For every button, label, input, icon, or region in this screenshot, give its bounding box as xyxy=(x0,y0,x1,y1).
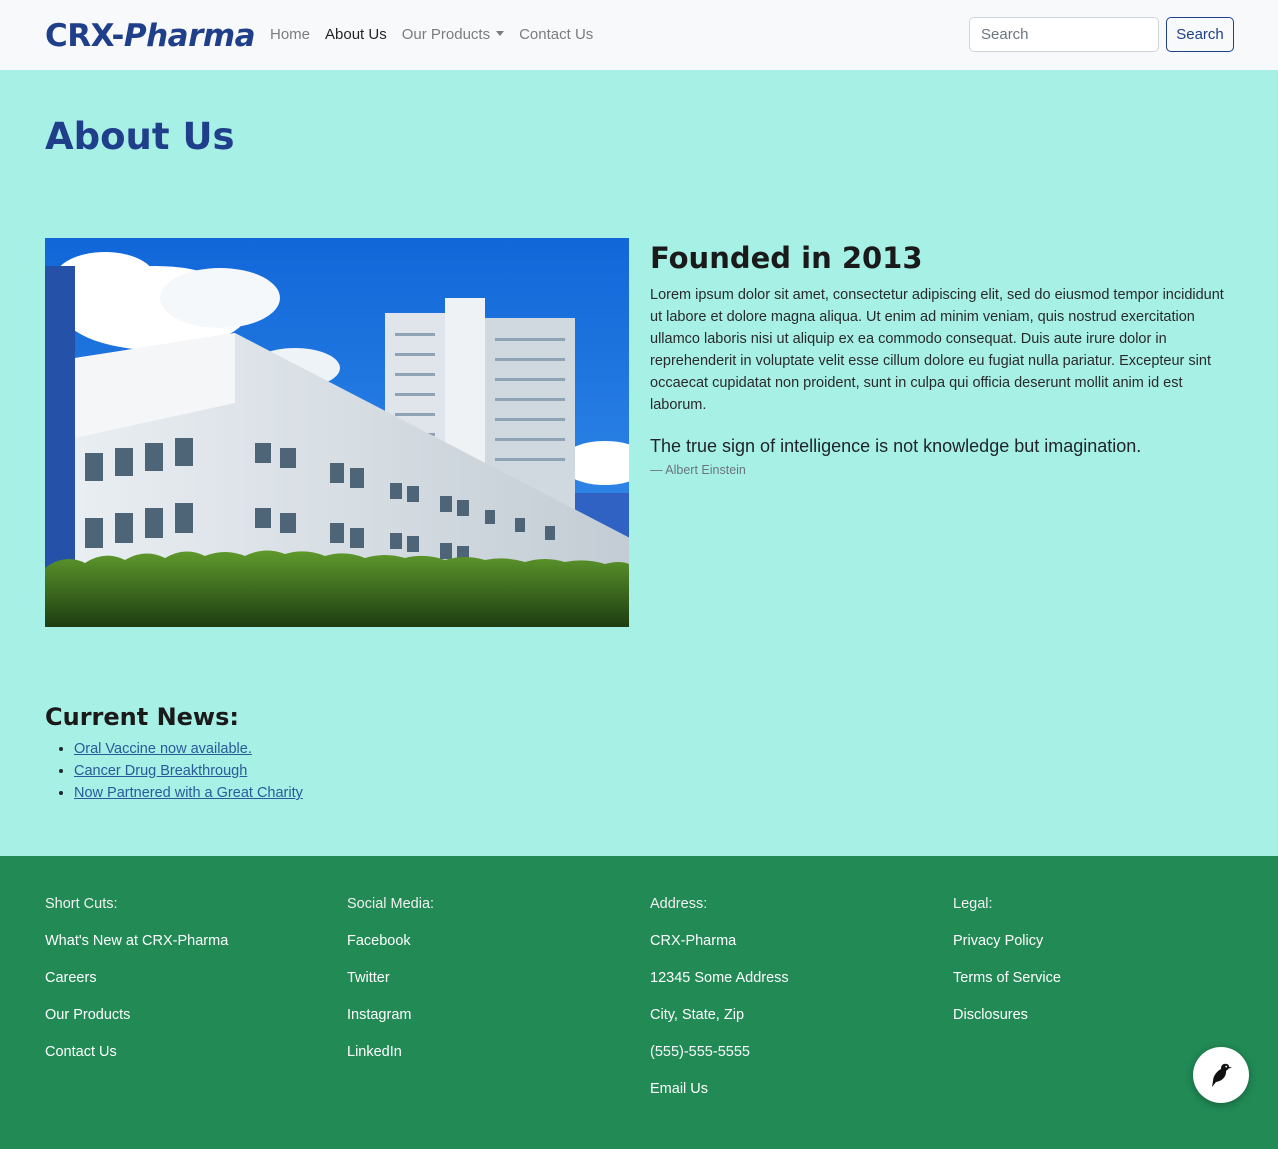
nav-link-home[interactable]: Home xyxy=(270,24,310,46)
footer-link-twitter[interactable]: Twitter xyxy=(347,968,627,988)
page-title: About Us xyxy=(45,115,235,158)
footer-heading-social: Social Media: xyxy=(347,896,435,912)
about-heading: Founded in 2013 xyxy=(650,241,923,275)
nav-dropdown-label: Our Products xyxy=(401,26,491,43)
floating-action-button[interactable] xyxy=(1193,1047,1249,1103)
news-link-oral-vaccine[interactable]: Oral Vaccine now available. xyxy=(74,741,252,757)
brand-name-part2: Pharma xyxy=(123,18,256,54)
footer-link-privacy-policy[interactable]: Privacy Policy xyxy=(953,931,1233,951)
brand-logo[interactable]: CRX-Pharma xyxy=(45,16,256,56)
footer-heading-legal: Legal: xyxy=(953,896,993,912)
footer-link-terms[interactable]: Terms of Service xyxy=(953,968,1233,988)
brand-name-part1: CRX- xyxy=(45,18,124,54)
list-item: Now Partnered with a Great Charity xyxy=(74,782,303,804)
footer-link-instagram[interactable]: Instagram xyxy=(347,1005,627,1025)
about-section: Founded in 2013 Lorem ipsum dolor sit am… xyxy=(650,240,1230,477)
search-button[interactable]: Search xyxy=(1166,17,1234,52)
news-link-cancer-drug[interactable]: Cancer Drug Breakthrough xyxy=(74,763,247,779)
list-item: Cancer Drug Breakthrough xyxy=(74,760,303,782)
top-navbar: CRX-Pharma Home About Us Our Products Co… xyxy=(0,0,1278,70)
footer-column-legal: Legal: Privacy Policy Terms of Service D… xyxy=(953,894,1233,1042)
news-heading: Current News: xyxy=(45,703,239,731)
about-paragraph: Lorem ipsum dolor sit amet, consectetur … xyxy=(650,287,1224,413)
news-list: Oral Vaccine now available. Cancer Drug … xyxy=(45,738,303,804)
quote-author: — Albert Einstein xyxy=(650,463,746,477)
footer-link-email[interactable]: Email Us xyxy=(650,1079,930,1099)
footer-address-city: City, State, Zip xyxy=(650,1007,745,1023)
footer-link-contact-us[interactable]: Contact Us xyxy=(45,1042,325,1062)
search-input[interactable] xyxy=(969,17,1159,52)
footer-column-social: Social Media: Facebook Twitter Instagram… xyxy=(347,894,627,1079)
footer-link-facebook[interactable]: Facebook xyxy=(347,931,627,951)
footer-address-company: CRX-Pharma xyxy=(650,933,737,949)
caret-down-icon xyxy=(496,31,505,36)
footer-address-phone: (555)-555-5555 xyxy=(650,1044,750,1060)
footer-link-disclosures[interactable]: Disclosures xyxy=(953,1005,1233,1025)
footer-address-street: 12345 Some Address xyxy=(650,970,789,986)
nav-links: Home About Us Our Products Contact Us xyxy=(270,24,593,46)
footer-link-our-products[interactable]: Our Products xyxy=(45,1005,325,1025)
nav-link-about-us[interactable]: About Us xyxy=(325,24,387,46)
footer: Short Cuts: What's New at CRX-Pharma Car… xyxy=(0,856,1278,1149)
footer-heading-shortcuts: Short Cuts: xyxy=(45,896,118,912)
news-section: Current News: Oral Vaccine now available… xyxy=(45,700,303,804)
bird-icon xyxy=(1212,1063,1232,1087)
footer-column-address: Address: CRX-Pharma 12345 Some Address C… xyxy=(650,894,930,1116)
footer-column-shortcuts: Short Cuts: What's New at CRX-Pharma Car… xyxy=(45,894,325,1079)
footer-link-careers[interactable]: Careers xyxy=(45,968,325,988)
footer-link-linkedin[interactable]: LinkedIn xyxy=(347,1042,627,1062)
footer-link-whats-new[interactable]: What's New at CRX-Pharma xyxy=(45,931,325,951)
news-link-charity[interactable]: Now Partnered with a Great Charity xyxy=(74,785,303,801)
nav-dropdown-our-products[interactable]: Our Products xyxy=(401,24,505,46)
list-item: Oral Vaccine now available. xyxy=(74,738,303,760)
quote-text: The true sign of intelligence is not kno… xyxy=(650,436,1142,456)
nav-link-contact-us[interactable]: Contact Us xyxy=(519,24,593,46)
footer-heading-address: Address: xyxy=(650,896,708,912)
building-photo xyxy=(45,238,629,627)
